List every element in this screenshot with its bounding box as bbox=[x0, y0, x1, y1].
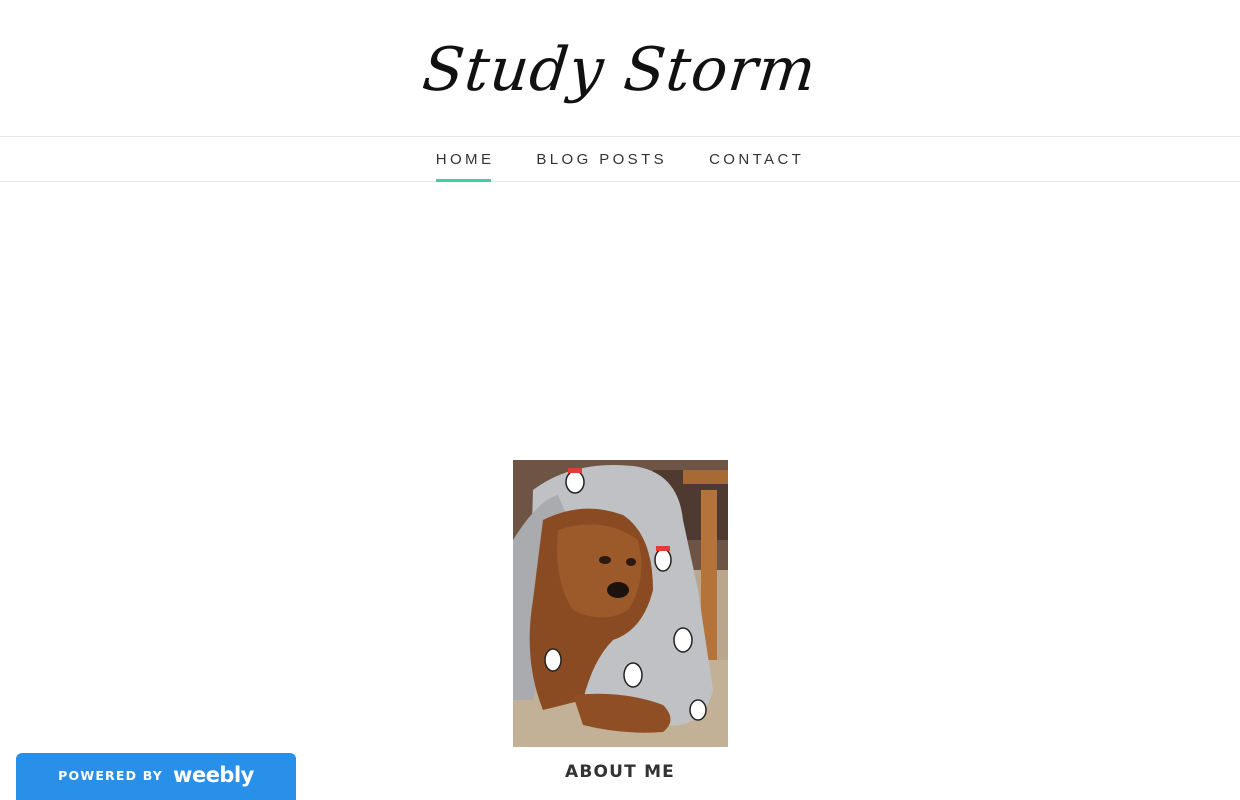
weebly-logo: weebly bbox=[173, 763, 254, 787]
nav-item-home[interactable]: HOME bbox=[435, 137, 495, 182]
dog-photo-image bbox=[513, 460, 728, 747]
site-header: Study Storm bbox=[0, 0, 1240, 136]
site-title[interactable]: Study Storm bbox=[420, 35, 821, 105]
nav-item-blog-posts[interactable]: BLOG POSTS bbox=[536, 137, 667, 181]
nav-item-contact[interactable]: CONTACT bbox=[709, 137, 804, 181]
badge-powered-by-text: POWERED BY bbox=[58, 767, 164, 783]
page: Study Storm HOME BLOG POSTS CONTACT ABOU… bbox=[0, 0, 1240, 800]
powered-by-weebly-badge[interactable]: POWERED BY weebly bbox=[16, 753, 296, 800]
badge-content: POWERED BY weebly bbox=[58, 763, 254, 787]
main-nav: HOME BLOG POSTS CONTACT bbox=[0, 136, 1240, 182]
dog-photo bbox=[513, 460, 728, 747]
